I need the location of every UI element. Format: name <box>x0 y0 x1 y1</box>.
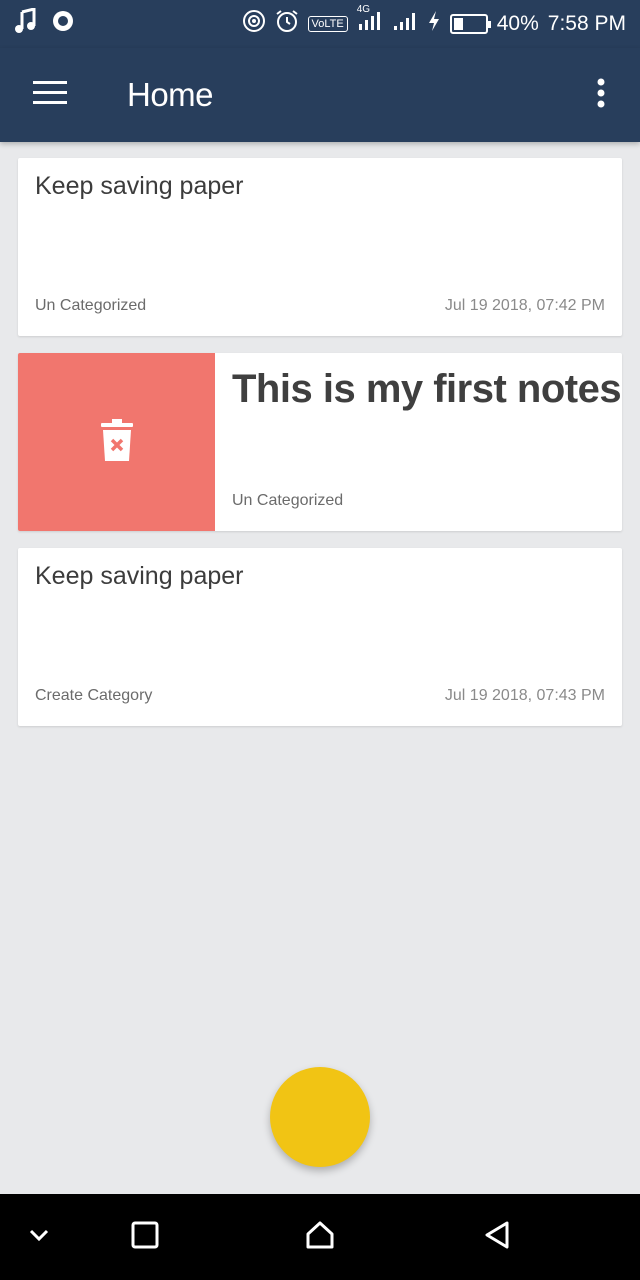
signal-icon: 4G <box>357 4 383 38</box>
add-note-fab[interactable] <box>270 1067 370 1167</box>
recents-icon <box>131 1221 159 1254</box>
alarm-icon <box>275 9 299 39</box>
app-bar: Home <box>0 48 640 142</box>
battery-level <box>453 18 464 30</box>
system-nav-bar <box>0 1194 640 1280</box>
note-category[interactable]: Un Categorized <box>35 297 146 315</box>
note-category[interactable]: Un Categorized <box>232 492 343 510</box>
signal-icon-2 <box>392 10 418 38</box>
menu-button[interactable] <box>0 48 100 142</box>
note-card-swiped[interactable]: This is my first notes Un Categorized <box>18 353 622 531</box>
note-title: Keep saving paper <box>35 562 244 590</box>
more-vert-icon <box>596 78 606 113</box>
note-date: Jul 19 2018, 07:43 PM <box>444 687 605 704</box>
menu-icon <box>33 80 67 111</box>
battery-icon <box>449 14 491 34</box>
battery-percent: 40% <box>496 12 539 35</box>
note-card[interactable]: Keep saving paper Un Categorized Jul 19 … <box>18 158 622 336</box>
note-category[interactable]: Create Category <box>35 687 152 705</box>
delete-button[interactable] <box>18 353 215 531</box>
back-button[interactable] <box>474 1214 520 1260</box>
collapse-icon <box>28 1228 50 1247</box>
music-icon <box>14 7 38 40</box>
recents-button[interactable] <box>122 1214 168 1260</box>
clock: 7:58 PM <box>547 12 626 35</box>
network-type: 4G <box>356 4 371 15</box>
hotspot-icon <box>242 9 266 39</box>
record-icon <box>52 10 74 38</box>
delete-icon <box>100 418 133 466</box>
note-date: Jul 19 2018, 07:42 PM <box>444 297 605 314</box>
back-icon <box>483 1220 511 1255</box>
status-bar: VoLTE 4G 40% 7:58 PM <box>0 0 640 48</box>
notes-list: Keep saving paper Un Categorized Jul 19 … <box>18 158 622 743</box>
home-icon <box>305 1220 335 1255</box>
home-button[interactable] <box>297 1214 343 1260</box>
note-title: Keep saving paper <box>35 172 244 200</box>
collapse-button[interactable] <box>16 1214 62 1260</box>
more-options-button[interactable] <box>562 48 640 142</box>
note-card[interactable]: Keep saving paper Create Category Jul 19… <box>18 548 622 726</box>
charging-icon <box>427 10 441 38</box>
page-title: Home <box>127 76 214 113</box>
note-title: This is my first notes <box>232 367 622 411</box>
note-content: This is my first notes Un Categorized <box>215 353 622 531</box>
volte-badge: VoLTE <box>307 16 348 32</box>
